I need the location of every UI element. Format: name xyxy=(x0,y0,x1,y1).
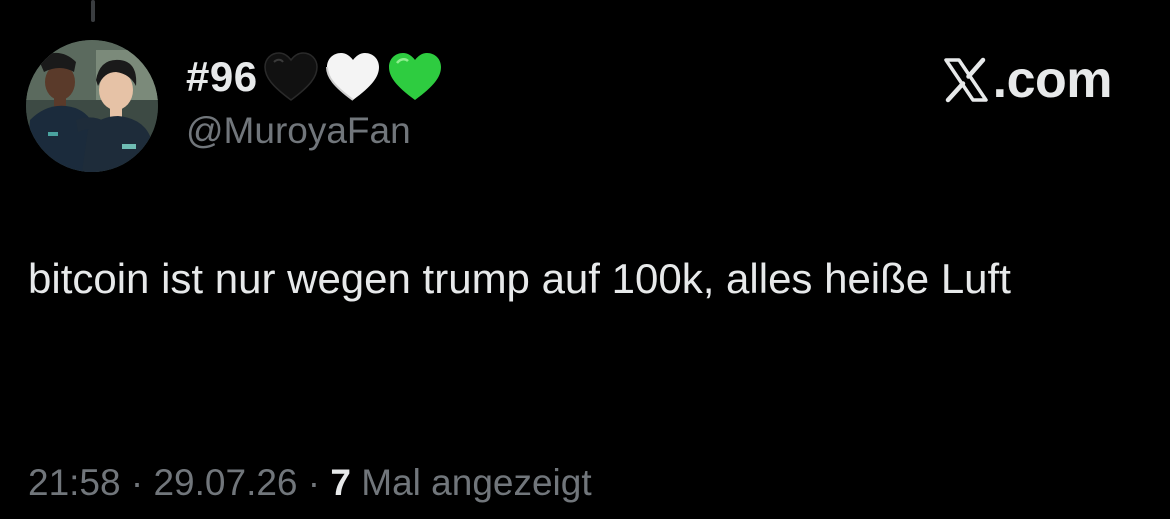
x-logo-icon xyxy=(943,57,988,103)
tweet-text: bitcoin ist nur wegen trump auf 100k, al… xyxy=(28,255,1011,302)
tweet-meta: 21:58 · 29.07.26 · 7 Mal angezeigt xyxy=(28,462,592,504)
name-emojis xyxy=(262,50,448,104)
thread-connector-line xyxy=(91,0,95,22)
tweet-date[interactable]: 29.07.26 xyxy=(153,462,297,503)
views-count[interactable]: 7 xyxy=(330,462,351,503)
views-label: Mal angezeigt xyxy=(350,462,592,503)
white-heart-icon xyxy=(325,53,379,101)
brand-domain: .com xyxy=(992,51,1113,109)
display-name[interactable]: #96 xyxy=(186,53,258,101)
meta-separator: · xyxy=(120,462,154,503)
brand-watermark: .com xyxy=(943,50,1113,110)
green-heart-icon xyxy=(388,53,441,100)
avatar-photo xyxy=(26,40,158,172)
author-handle[interactable]: @MuroyaFan xyxy=(186,110,411,152)
meta-separator: · xyxy=(297,462,331,503)
black-heart-icon xyxy=(263,52,318,101)
tweet-time[interactable]: 21:58 xyxy=(28,462,121,503)
avatar[interactable] xyxy=(26,40,158,172)
author-name-row: #96 xyxy=(186,46,448,108)
